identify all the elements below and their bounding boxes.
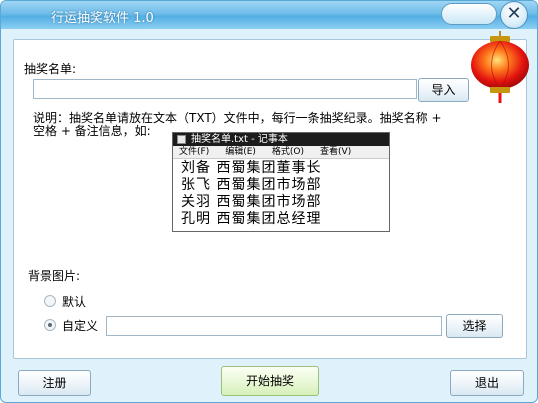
- window-title: 行运抽奖软件 1.0: [51, 11, 154, 26]
- notepad-line: 关羽 西蜀集团市场部: [181, 194, 322, 210]
- red-lantern-icon: [471, 31, 529, 103]
- notepad-icon: [177, 135, 186, 144]
- close-button[interactable]: ✕: [500, 1, 528, 29]
- choose-button[interactable]: 选择: [446, 314, 503, 338]
- minimize-button[interactable]: [441, 3, 497, 25]
- notepad-line: 孔明 西蜀集团总经理: [181, 211, 322, 227]
- notepad-menu-view: 查看(V): [320, 147, 352, 157]
- notepad-menu: 文件(F) 编辑(E) 格式(O) 查看(V): [173, 146, 389, 159]
- close-icon: ✕: [506, 3, 522, 24]
- title-bar[interactable]: 行运抽奖软件 1.0 ✕: [1, 1, 537, 29]
- radio-default[interactable]: [44, 295, 56, 307]
- start-draw-button[interactable]: 开始抽奖: [221, 366, 319, 396]
- register-button[interactable]: 注册: [18, 370, 91, 396]
- list-file-input[interactable]: [33, 79, 417, 99]
- notepad-menu-file: 文件(F): [179, 147, 210, 157]
- list-label: 抽奖名单:: [24, 62, 77, 76]
- notepad-title-bar: 抽奖名单.txt - 记事本: [173, 133, 389, 146]
- notepad-line: 张飞 西蜀集团市场部: [181, 177, 322, 193]
- main-window: 行运抽奖软件 1.0 ✕ 抽奖名单: 导入 说明：抽奖名单请放在文本（TXT）文…: [0, 0, 538, 403]
- import-button[interactable]: 导入: [418, 78, 469, 102]
- radio-default-label: 默认: [62, 295, 87, 309]
- custom-background-input[interactable]: [106, 316, 442, 336]
- notepad-title: 抽奖名单.txt - 记事本: [191, 134, 288, 145]
- notepad-menu-format: 格式(O): [271, 147, 305, 157]
- notepad-line: 刘备 西蜀集团董事长: [181, 160, 322, 176]
- background-label: 背景图片:: [28, 269, 81, 283]
- radio-custom[interactable]: [44, 319, 56, 331]
- radio-custom-label: 自定义: [62, 319, 99, 333]
- notepad-menu-edit: 编辑(E): [225, 147, 256, 157]
- instruction-line-2: 空格 + 备注信息，如:: [33, 124, 151, 138]
- notepad-example: 抽奖名单.txt - 记事本 文件(F) 编辑(E) 格式(O) 查看(V) 刘备 西…: [172, 132, 390, 232]
- exit-button[interactable]: 退出: [450, 370, 524, 396]
- notepad-body: 刘备 西蜀集团董事长 张飞 西蜀集团市场部 关羽 西蜀集团市场部 孔明 西蜀集团…: [173, 159, 389, 228]
